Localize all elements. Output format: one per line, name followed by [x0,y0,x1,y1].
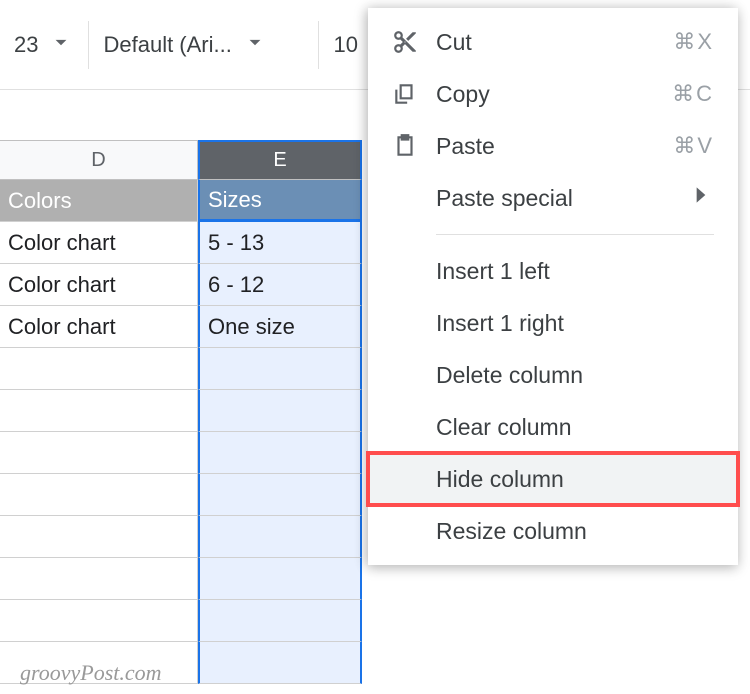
menu-paste-special[interactable]: Paste special [368,172,738,224]
menu-label: Insert 1 left [436,258,714,285]
cell[interactable] [198,516,362,558]
table-row [0,600,750,642]
font-dropdown[interactable]: Default (Ari... [89,21,319,69]
menu-divider [436,234,714,235]
font-label: Default (Ari... [103,32,231,58]
font-size-dropdown[interactable]: 10 [319,21,371,69]
menu-insert-right[interactable]: Insert 1 right [368,297,738,349]
menu-shortcut: ⌘C [672,81,714,107]
menu-delete-column[interactable]: Delete column [368,349,738,401]
menu-label: Paste special [436,185,688,212]
menu-label: Paste [436,133,673,160]
cell[interactable] [0,600,198,642]
cell[interactable] [0,474,198,516]
cell[interactable]: 5 - 13 [198,222,362,264]
cell[interactable] [0,432,198,474]
menu-shortcut: ⌘V [673,133,714,159]
cell[interactable] [198,390,362,432]
menu-cut[interactable]: Cut ⌘X [368,16,738,68]
cell[interactable] [198,600,362,642]
cell-colors-header[interactable]: Colors [0,180,198,222]
menu-paste[interactable]: Paste ⌘V [368,120,738,172]
context-menu: Cut ⌘X Copy ⌘C Paste ⌘V Paste special In… [368,8,738,565]
number-format-label: 23 [14,32,38,58]
menu-insert-left[interactable]: Insert 1 left [368,245,738,297]
menu-label: Insert 1 right [436,310,714,337]
menu-label: Cut [436,29,673,56]
cut-icon [392,29,436,55]
number-format-dropdown[interactable]: 23 [0,21,89,69]
column-header-e[interactable]: E [198,140,362,180]
cell[interactable] [0,390,198,432]
cell[interactable] [0,516,198,558]
chevron-right-icon [688,182,714,214]
copy-icon [392,81,436,107]
menu-label: Delete column [436,362,714,389]
cell[interactable] [198,348,362,390]
cell[interactable] [198,474,362,516]
chevron-down-icon [48,29,74,61]
menu-hide-column[interactable]: Hide column [368,453,738,505]
chevron-down-icon [242,29,268,61]
menu-shortcut: ⌘X [673,29,714,55]
paste-icon [392,133,436,159]
cell[interactable]: 6 - 12 [198,264,362,306]
cell[interactable] [198,558,362,600]
menu-label: Resize column [436,518,714,545]
cell[interactable] [0,348,198,390]
menu-label: Copy [436,81,672,108]
cell[interactable]: Color chart [0,264,198,306]
cell[interactable] [198,432,362,474]
menu-label: Hide column [436,466,714,493]
cell[interactable] [0,558,198,600]
cell[interactable]: One size [198,306,362,348]
watermark: groovyPost.com [20,660,162,686]
cell-sizes-header[interactable]: Sizes [198,180,362,222]
column-header-d[interactable]: D [0,140,198,180]
menu-label: Clear column [436,414,714,441]
cell[interactable]: Color chart [0,306,198,348]
cell[interactable] [198,642,362,684]
menu-resize-column[interactable]: Resize column [368,505,738,557]
menu-clear-column[interactable]: Clear column [368,401,738,453]
cell[interactable]: Color chart [0,222,198,264]
menu-copy[interactable]: Copy ⌘C [368,68,738,120]
font-size-label: 10 [333,32,357,58]
